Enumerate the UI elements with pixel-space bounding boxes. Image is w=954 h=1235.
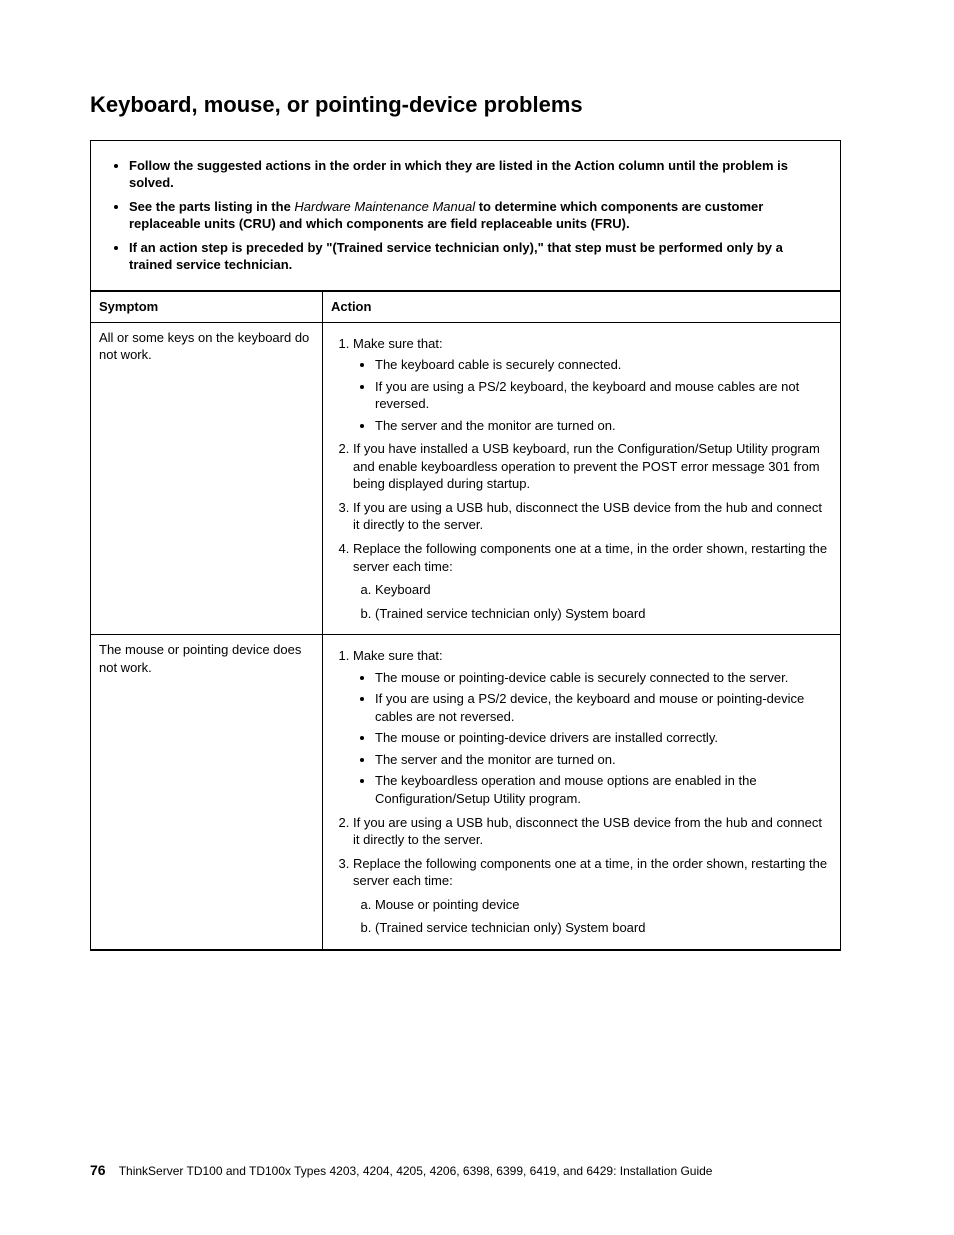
step-text: Make sure that:: [353, 648, 443, 663]
intro-note-2: See the parts listing in the Hardware Ma…: [129, 198, 828, 233]
bullet: The keyboardless operation and mouse opt…: [375, 772, 832, 807]
troubleshooting-box: Follow the suggested actions in the orde…: [90, 140, 841, 951]
step-text: Replace the following components one at …: [353, 856, 827, 889]
bullet: If you are using a PS/2 device, the keyb…: [375, 690, 832, 725]
action-mouse: Make sure that: The mouse or pointing-de…: [323, 635, 841, 950]
action-step: If you are using a USB hub, disconnect t…: [353, 499, 832, 534]
troubleshooting-table: Symptom Action All or some keys on the k…: [91, 291, 840, 950]
table-row: All or some keys on the keyboard do not …: [91, 322, 840, 635]
action-keyboard: Make sure that: The keyboard cable is se…: [323, 322, 841, 635]
action-step: Replace the following components one at …: [353, 540, 832, 622]
bullet: The server and the monitor are turned on…: [375, 751, 832, 769]
col-symptom: Symptom: [91, 291, 323, 322]
section-heading: Keyboard, mouse, or pointing-device prob…: [90, 90, 839, 120]
step-text: Make sure that:: [353, 336, 443, 351]
intro-notes: Follow the suggested actions in the orde…: [91, 141, 840, 291]
bullet: If you are using a PS/2 keyboard, the ke…: [375, 378, 832, 413]
action-step: Make sure that: The keyboard cable is se…: [353, 335, 832, 435]
substep: (Trained service technician only) System…: [375, 605, 832, 623]
step-text: Replace the following components one at …: [353, 541, 827, 574]
footer-text: ThinkServer TD100 and TD100x Types 4203,…: [119, 1164, 713, 1178]
bullet: The mouse or pointing-device cable is se…: [375, 669, 832, 687]
symptom-keyboard: All or some keys on the keyboard do not …: [91, 322, 323, 635]
substep: Mouse or pointing device: [375, 896, 832, 914]
table-header-row: Symptom Action: [91, 291, 840, 322]
table-row: The mouse or pointing device does not wo…: [91, 635, 840, 950]
page-number: 76: [90, 1162, 106, 1178]
action-step: If you are using a USB hub, disconnect t…: [353, 814, 832, 849]
action-step: Replace the following components one at …: [353, 855, 832, 937]
symptom-mouse: The mouse or pointing device does not wo…: [91, 635, 323, 950]
bullet: The server and the monitor are turned on…: [375, 417, 832, 435]
substep: Keyboard: [375, 581, 832, 599]
action-step: If you have installed a USB keyboard, ru…: [353, 440, 832, 493]
intro-note-3: If an action step is preceded by "(Train…: [129, 239, 828, 274]
bullet: The keyboard cable is securely connected…: [375, 356, 832, 374]
substep: (Trained service technician only) System…: [375, 919, 832, 937]
action-step: Make sure that: The mouse or pointing-de…: [353, 647, 832, 807]
page-footer: 76 ThinkServer TD100 and TD100x Types 42…: [90, 1161, 839, 1180]
bullet: The mouse or pointing-device drivers are…: [375, 729, 832, 747]
intro-note-1: Follow the suggested actions in the orde…: [129, 157, 828, 192]
document-page: Keyboard, mouse, or pointing-device prob…: [0, 0, 954, 1235]
col-action: Action: [323, 291, 841, 322]
